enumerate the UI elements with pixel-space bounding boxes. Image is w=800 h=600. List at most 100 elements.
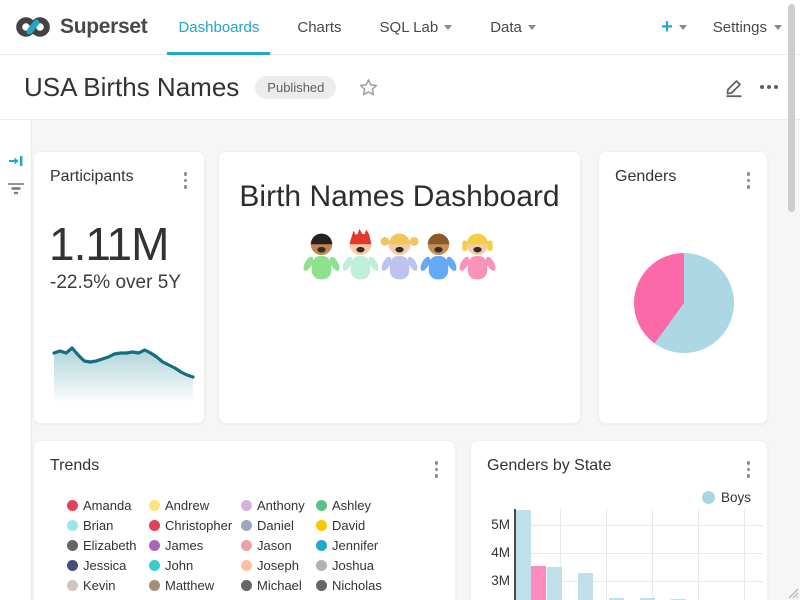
legend-item-anthony[interactable]: Anthony: [241, 496, 316, 516]
card-participants: Participants 1.11M -22.5% over 5Y: [33, 151, 205, 424]
legend-item-robert[interactable]: Robert: [67, 596, 149, 600]
legend-item-david[interactable]: David: [316, 516, 411, 536]
genders-pie-chart[interactable]: [634, 253, 734, 353]
nav-tab-dashboards[interactable]: Dashboards: [159, 0, 278, 54]
children-emoji-row: [219, 228, 580, 284]
gridline: [698, 509, 699, 600]
card-menu-kebab-icon[interactable]: [744, 457, 754, 482]
y-axis-tick: 3M: [479, 573, 510, 589]
gridline: [744, 509, 745, 600]
legend-item-boys[interactable]: Boys: [471, 490, 767, 505]
legend-item-michael[interactable]: Michael: [241, 576, 316, 596]
legend-dot: [67, 520, 78, 531]
legend-dot: [241, 520, 252, 531]
legend-label: James: [165, 538, 203, 553]
settings-menu-button[interactable]: Settings: [713, 19, 782, 36]
legend-item-ryan[interactable]: Ryan: [149, 596, 241, 600]
legend-item-joseph[interactable]: Joseph: [241, 556, 316, 576]
legend-dot: [316, 560, 327, 571]
filter-sidebar: [0, 120, 32, 600]
legend-item-jason[interactable]: Jason: [241, 536, 316, 556]
edit-dashboard-button[interactable]: [722, 75, 746, 99]
legend-label: Andrew: [165, 498, 209, 513]
favorite-star-button[interactable]: [358, 77, 379, 98]
legend-dot: [241, 500, 252, 511]
star-icon: [358, 77, 379, 98]
legend-item-sarah[interactable]: Sarah: [241, 596, 316, 600]
bar-girls[interactable]: [531, 566, 546, 600]
card-title: Participants: [50, 168, 134, 186]
more-actions-button[interactable]: [760, 85, 778, 89]
legend-dot: [67, 580, 78, 591]
legend-item-daniel[interactable]: Daniel: [241, 516, 316, 536]
card-menu-kebab-icon[interactable]: [432, 457, 442, 482]
legend-label: Elizabeth: [83, 538, 136, 553]
legend-item-ashley[interactable]: Ashley: [316, 496, 411, 516]
child-icon: [341, 228, 380, 284]
legend-item-kevin[interactable]: Kevin: [67, 576, 149, 596]
legend-item-andrew[interactable]: Andrew: [149, 496, 241, 516]
card-menu-kebab-icon[interactable]: [181, 168, 191, 193]
dashboard-grid: Participants 1.11M -22.5% over 5Y Birth …: [0, 120, 800, 600]
nav-tab-charts[interactable]: Charts: [278, 0, 360, 54]
child-icon: [458, 228, 497, 284]
legend-item-jessica[interactable]: Jessica: [67, 556, 149, 576]
filter-button[interactable]: [7, 180, 25, 201]
plus-icon: +: [661, 17, 673, 37]
legend-item-matthew[interactable]: Matthew: [149, 576, 241, 596]
legend-item-elizabeth[interactable]: Elizabeth: [67, 536, 149, 556]
legend-item-james[interactable]: James: [149, 536, 241, 556]
legend-label: Michael: [257, 578, 302, 593]
card-menu-kebab-icon[interactable]: [744, 168, 754, 193]
chevron-down-icon: [444, 25, 452, 30]
page-title: USA Births Names: [24, 72, 239, 103]
legend-label: Jennifer: [332, 538, 378, 553]
legend-item-john[interactable]: John: [149, 556, 241, 576]
legend-dot: [149, 500, 160, 511]
legend-dot: [241, 540, 252, 551]
superset-app: Superset Dashboards Charts SQL Lab Data …: [0, 0, 800, 600]
legend-dot: [241, 560, 252, 571]
legend-label: Jessica: [83, 558, 126, 573]
legend-item-christopher[interactable]: Christopher: [149, 516, 241, 536]
legend-dot: [67, 540, 78, 551]
bar-boys[interactable]: [578, 573, 593, 600]
bar-boys[interactable]: [516, 510, 531, 600]
legend-label: Amanda: [83, 498, 131, 513]
vertical-scrollbar[interactable]: [788, 4, 795, 212]
chevron-down-icon: [774, 25, 782, 30]
legend-label: Brian: [83, 518, 113, 533]
nav-tab-data[interactable]: Data: [471, 0, 555, 54]
trends-legend: Amanda Andrew AnthonyAshley Brian Christophe…: [67, 496, 455, 600]
legend-dot: [67, 500, 78, 511]
gbs-legend-dot: [702, 491, 715, 504]
legend-dot: [149, 560, 160, 571]
top-navigation: Superset Dashboards Charts SQL Lab Data …: [0, 0, 800, 55]
legend-item-nicholas[interactable]: Nicholas: [316, 576, 411, 596]
legend-item-thomas[interactable]: Thomas: [316, 596, 411, 600]
legend-item-brian[interactable]: Brian: [67, 516, 149, 536]
gridline: [652, 509, 653, 600]
legend-item-amanda[interactable]: Amanda: [67, 496, 149, 516]
markdown-heading: Birth Names Dashboard: [219, 180, 580, 214]
legend-label: Nicholas: [332, 578, 382, 593]
card-markdown-header: Birth Names Dashboard: [218, 151, 581, 424]
legend-dot: [149, 520, 160, 531]
legend-label: Daniel: [257, 518, 294, 533]
genders-by-state-chart: 5M 4M 3M: [471, 509, 763, 600]
new-item-button[interactable]: +: [661, 17, 687, 37]
legend-dot: [149, 580, 160, 591]
legend-item-jennifer[interactable]: Jennifer: [316, 536, 411, 556]
resize-grip-icon[interactable]: [785, 585, 799, 599]
superset-logo-icon: [14, 15, 52, 39]
status-badge[interactable]: Published: [255, 76, 336, 99]
legend-item-joshua[interactable]: Joshua: [316, 556, 411, 576]
big-number-value: 1.11M: [49, 219, 204, 270]
nav-tab-sql-lab[interactable]: SQL Lab: [361, 0, 472, 54]
settings-label: Settings: [713, 19, 767, 36]
brand-home-link[interactable]: Superset: [14, 0, 147, 54]
bar-boys[interactable]: [547, 567, 562, 600]
card-title: Genders by State: [487, 457, 612, 475]
expand-filter-bar-button[interactable]: [7, 152, 25, 175]
legend-dot: [316, 580, 327, 591]
